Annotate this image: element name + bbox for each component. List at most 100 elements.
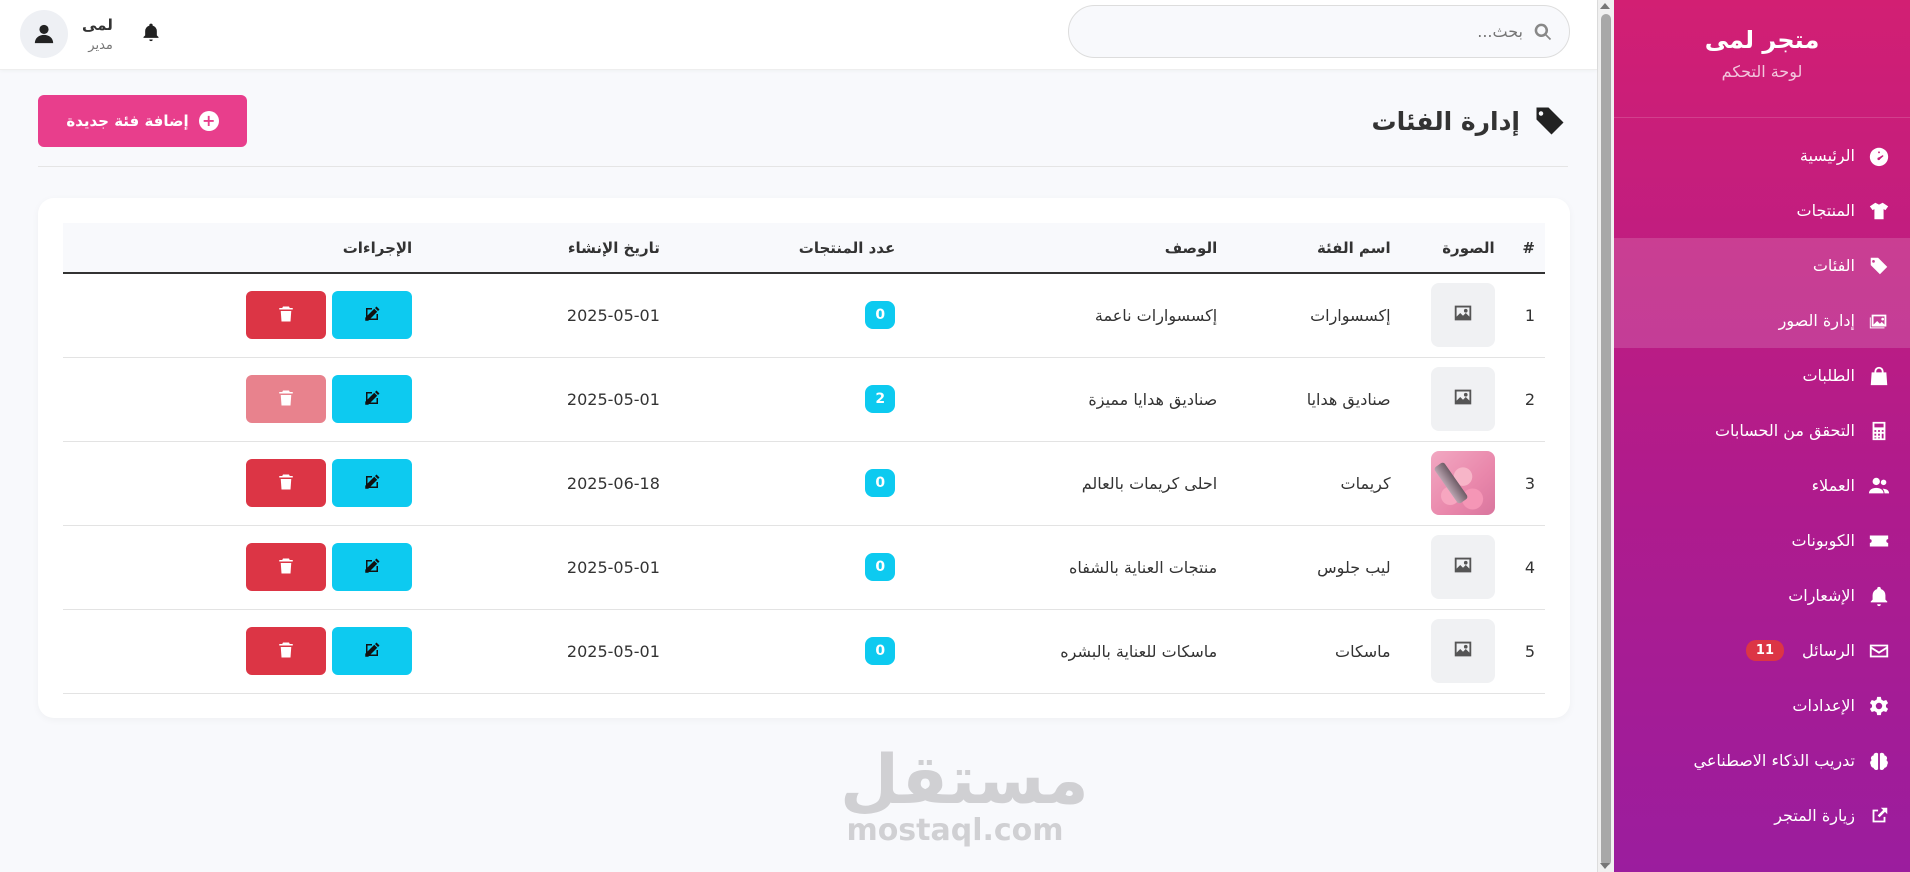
delete-button[interactable] <box>246 459 327 507</box>
user-area[interactable]: لمى مدير <box>20 10 161 58</box>
image-placeholder <box>1430 535 1495 599</box>
sidebar-item-3[interactable]: إدارة الصور <box>1614 293 1910 348</box>
search-icon <box>1534 23 1552 40</box>
sidebar-item-0[interactable]: الرئيسية <box>1614 128 1910 183</box>
ticket-icon <box>1867 529 1891 553</box>
trash-icon <box>277 305 295 326</box>
scroll-up-arrow[interactable] <box>1600 3 1610 9</box>
category-name: ماسكات <box>1335 641 1391 661</box>
tags-icon <box>1867 254 1891 278</box>
edit-button[interactable] <box>332 375 413 423</box>
watermark-arabic: مستقل <box>840 741 1089 820</box>
trash-icon <box>277 641 295 662</box>
envelope-icon <box>1867 639 1891 663</box>
users-icon <box>1867 474 1891 498</box>
gauge-icon <box>1867 144 1891 168</box>
sidebar-item-label: المنتجات <box>1796 201 1856 220</box>
actions-cell <box>63 357 422 441</box>
sidebar-item-label: الطلبات <box>1802 366 1855 385</box>
page-title: إدارة الفئات <box>1372 103 1569 139</box>
topbar: لمى مدير <box>0 0 1597 70</box>
sidebar: متجر لمى لوحة التحكم الرئيسية المنتجات الف… <box>1614 0 1910 872</box>
user-role: مدير <box>88 37 113 53</box>
sidebar-item-10[interactable]: الإعدادات <box>1614 678 1910 733</box>
delete-button[interactable] <box>246 627 327 675</box>
sidebar-item-9[interactable]: الرسائل 11 <box>1614 623 1910 678</box>
image-icon <box>1452 302 1474 328</box>
category-name: إكسسوارات <box>1310 305 1391 325</box>
column-header-0: # <box>1522 238 1535 257</box>
scroll-thumb[interactable] <box>1601 14 1611 866</box>
edit-icon <box>363 305 381 326</box>
sidebar-item-label: تدريب الذكاء الاصطناعي <box>1693 751 1855 770</box>
image-icon <box>1452 386 1474 412</box>
avatar[interactable] <box>20 10 68 58</box>
sidebar-item-11[interactable]: تدريب الذكاء الاصطناعي <box>1614 733 1910 788</box>
category-description: احلى كريمات بالعالم <box>1081 473 1218 493</box>
row-number: 2 <box>1524 389 1535 409</box>
brand-title: متجر لمى <box>1704 26 1820 54</box>
image-cell <box>1401 357 1505 441</box>
images-icon <box>1867 309 1891 333</box>
category-description: إكسسوارات ناعمة <box>1094 305 1218 325</box>
delete-button[interactable] <box>246 543 327 591</box>
image-placeholder <box>1430 619 1495 683</box>
sidebar-item-6[interactable]: العملاء <box>1614 458 1910 513</box>
category-image[interactable] <box>1430 451 1495 515</box>
sidebar-item-label: الرئيسية <box>1799 146 1855 165</box>
page-header: إدارة الفئات + إضافة فئة جديدة <box>38 95 1568 167</box>
edit-button[interactable] <box>332 291 413 340</box>
scroll-down-arrow[interactable] <box>1600 863 1610 869</box>
sidebar-item-5[interactable]: التحقق من الحسابات <box>1614 403 1910 458</box>
image-placeholder <box>1430 283 1495 348</box>
sidebar-item-label: الرسائل <box>1802 641 1855 660</box>
product-count-badge: 0 <box>865 301 896 330</box>
column-header-6: الإجراءات <box>342 238 413 257</box>
watermark-latin: mostaql.com <box>846 813 1064 848</box>
trash-icon <box>277 557 295 578</box>
category-name: ليب جلوس <box>1317 557 1391 577</box>
brand: متجر لمى لوحة التحكم <box>1614 0 1910 118</box>
search-box[interactable] <box>1068 5 1570 58</box>
sidebar-item-1[interactable]: المنتجات <box>1614 183 1910 238</box>
row-number: 5 <box>1524 641 1535 661</box>
sidebar-item-2[interactable]: الفئات <box>1614 238 1910 293</box>
sidebar-item-4[interactable]: الطلبات <box>1614 348 1910 403</box>
category-name: كريمات <box>1340 473 1391 493</box>
sidebar-item-label: العملاء <box>1811 476 1855 495</box>
sidebar-item-label: الكوبونات <box>1791 531 1855 550</box>
search-input[interactable] <box>1103 22 1523 41</box>
actions-cell <box>63 441 422 525</box>
add-category-button[interactable]: + إضافة فئة جديدة <box>38 95 247 147</box>
image-icon <box>1452 554 1474 580</box>
edit-button[interactable] <box>332 459 413 507</box>
table-row: 3 كريمات احلى كريمات بالعالم 0 2025-06-18 <box>63 441 1545 525</box>
categories-table: # الصورة اسم الفئة الوصف عدد المنتجات تاريخ ا… <box>63 223 1545 694</box>
product-count-badge: 0 <box>865 553 896 581</box>
edit-button[interactable] <box>332 543 413 591</box>
notifications-button[interactable] <box>141 22 161 46</box>
row-number: 4 <box>1524 557 1535 577</box>
sidebar-item-12[interactable]: زيارة المتجر <box>1614 788 1910 843</box>
row-number: 3 <box>1524 473 1535 493</box>
page-scrollbar[interactable] <box>1597 0 1614 872</box>
column-header-3: الوصف <box>1164 238 1218 257</box>
product-count-cell: 0 <box>670 609 905 693</box>
watermark-logo: مستقل mostaql.com <box>840 741 1089 849</box>
column-header-1: الصورة <box>1442 238 1495 257</box>
image-cell <box>1401 609 1505 693</box>
actions-cell <box>63 273 422 357</box>
created-date: 2025-05-01 <box>566 389 660 409</box>
sidebar-item-7[interactable]: الكوبونات <box>1614 513 1910 568</box>
sidebar-item-8[interactable]: الإشعارات <box>1614 568 1910 623</box>
product-count-cell: 2 <box>670 357 905 441</box>
edit-icon <box>363 389 381 410</box>
category-description: ماسكات للعناية بالبشره <box>1060 641 1218 661</box>
delete-button[interactable] <box>246 291 327 340</box>
edit-button[interactable] <box>332 627 413 675</box>
brain-icon <box>1867 749 1891 773</box>
sidebar-item-label: زيارة المتجر <box>1774 806 1855 825</box>
created-date: 2025-06-18 <box>566 473 660 493</box>
add-category-label: إضافة فئة جديدة <box>66 112 189 130</box>
image-placeholder <box>1430 367 1495 431</box>
